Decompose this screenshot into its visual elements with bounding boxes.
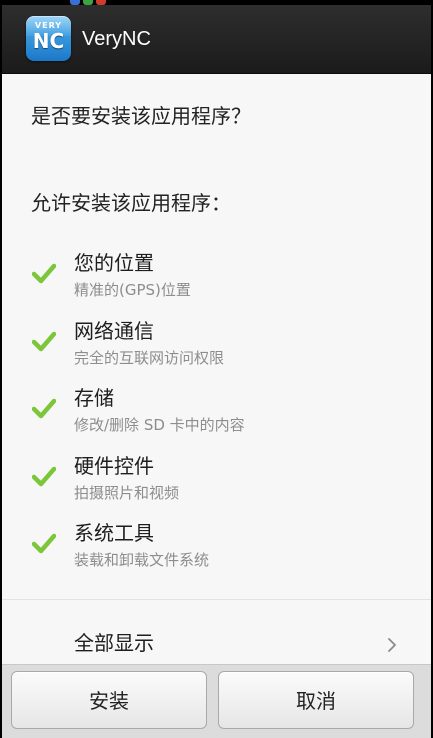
divider	[2, 599, 431, 600]
permission-item-hardware: 硬件控件 拍摄照片和视频	[2, 453, 431, 509]
verync-app-icon: VERY NC	[26, 16, 71, 61]
permission-item-network: 网络通信 完全的互联网访问权限	[2, 318, 431, 374]
app-title: VeryNC	[82, 28, 151, 50]
show-all-row[interactable]: 全部显示	[2, 601, 431, 664]
permission-title: 网络通信	[74, 319, 154, 343]
permission-item-location: 您的位置 精准的(GPS)位置	[2, 250, 431, 306]
allow-header: 允许安装该应用程序：	[31, 191, 231, 215]
permission-title: 存储	[74, 386, 114, 410]
permission-description: 完全的互联网访问权限	[74, 349, 225, 367]
permission-title: 您的位置	[74, 251, 154, 275]
permission-item-system-tools: 系统工具 装载和卸载文件系统	[2, 520, 431, 576]
permission-description: 精准的(GPS)位置	[74, 281, 191, 299]
check-icon	[32, 466, 56, 487]
permission-item-storage: 存储 修改/删除 SD 卡中的内容	[2, 385, 431, 441]
show-all-label: 全部显示	[74, 631, 154, 655]
permissions-panel[interactable]: 是否要安装该应用程序？ 允许安装该应用程序： 您的位置 精准的(GPS)位置 网…	[2, 74, 431, 664]
app-icon-big-text: NC	[32, 29, 65, 53]
chevron-right-icon	[388, 638, 396, 652]
permission-description: 修改/删除 SD 卡中的内容	[74, 416, 245, 434]
install-question: 是否要安装该应用程序？	[31, 104, 251, 128]
title-bar: VERY NC VeryNC	[2, 5, 431, 74]
check-icon	[32, 263, 56, 284]
install-button[interactable]: 安装	[11, 671, 207, 729]
check-icon	[32, 398, 56, 419]
cancel-button[interactable]: 取消	[218, 671, 414, 729]
permission-description: 拍摄照片和视频	[74, 484, 180, 502]
permission-title: 硬件控件	[74, 454, 154, 478]
permission-description: 装载和卸载文件系统	[74, 551, 210, 569]
button-bar: 安装 取消	[2, 664, 431, 738]
permission-title: 系统工具	[74, 521, 154, 545]
check-icon	[32, 533, 56, 554]
install-screen: VERY NC VeryNC 是否要安装该应用程序？ 允许安装该应用程序： 您的…	[0, 0, 433, 738]
check-icon	[32, 331, 56, 352]
